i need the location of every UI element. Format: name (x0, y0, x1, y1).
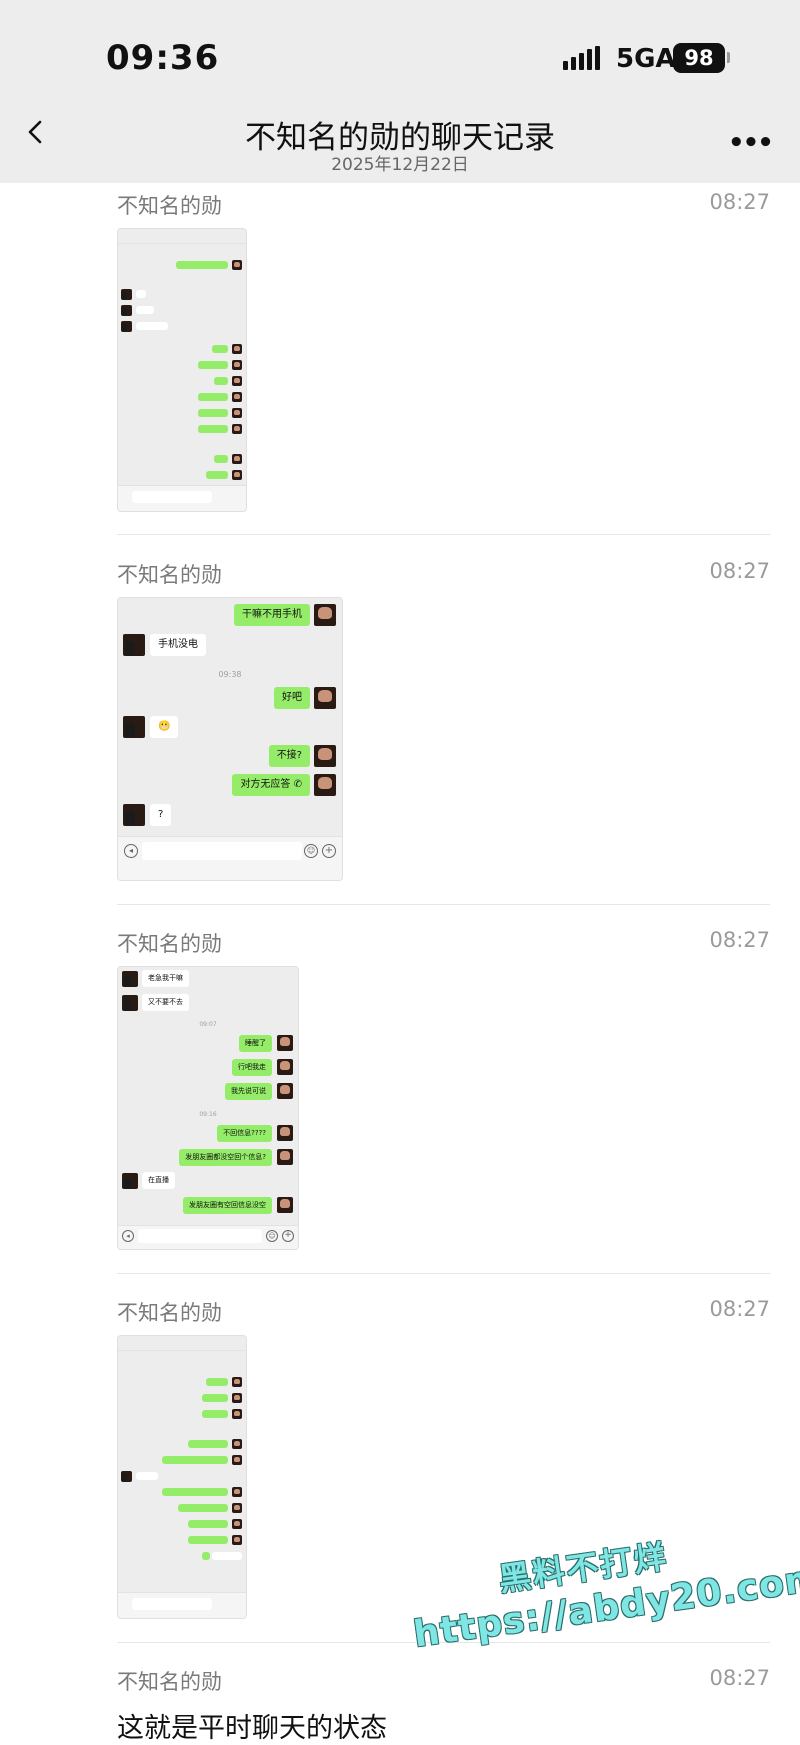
chat-bubble: 睡醒了 (239, 1035, 272, 1052)
chat-screenshot-image[interactable]: 干嘛不用手机 手机没电 09:38 好吧 😬 不接? 对方无应答 ✆ ? ◂ ☺… (117, 597, 343, 881)
page-date: 2025年12月22日 (331, 155, 469, 175)
network-type: 5GA (616, 44, 676, 74)
chat-timestamp: 09:07 (199, 1021, 217, 1028)
chat-bubble: 手机没电 (150, 634, 206, 656)
chat-bubble: 😬 (150, 716, 179, 738)
chat-bubble: 对方无应答 ✆ (232, 774, 310, 796)
emoji-icon: ☺ (304, 844, 318, 858)
chat-timestamp: 09:38 (218, 670, 242, 679)
chat-bubble: 不接? (268, 745, 310, 767)
message-time: 08:27 (709, 928, 770, 952)
signal-icon (563, 46, 600, 70)
emoji-icon: ☺ (266, 1230, 278, 1242)
chat-bubble: 好吧 (274, 687, 310, 709)
sender-name: 不知名的勋 (117, 563, 222, 587)
message-time: 08:27 (709, 1297, 770, 1321)
chat-bubble: 在直播 (142, 1172, 175, 1189)
divider (117, 534, 770, 535)
plus-icon: + (282, 1230, 294, 1242)
top-bar: 09:36 5GA 98 不知名的勋的聊天记录 2025年12月22日 ••• (0, 0, 800, 183)
chat-bubble: 老急我干嘛 (142, 970, 189, 987)
status-time: 09:36 (106, 38, 220, 78)
voice-icon: ◂ (124, 844, 138, 858)
message-item: 不知名的勋 08:27 (117, 190, 770, 512)
chat-bubble: 发朋友圈都没空回个信息? (179, 1149, 272, 1166)
message-item: 不知名的勋 08:27 (117, 1297, 770, 1619)
chat-bubble: 发朋友圈有空回信息没空 (183, 1197, 272, 1214)
message-item: 不知名的勋 08:27 老急我干嘛 又不要不去 09:07 睡醒了 行吧我走 我… (117, 928, 770, 1250)
chat-bubble: 又不要不去 (142, 994, 189, 1011)
sender-name: 不知名的勋 (117, 194, 222, 218)
more-options-icon[interactable]: ••• (728, 128, 774, 158)
divider (117, 904, 770, 905)
sender-name: 不知名的勋 (117, 1670, 222, 1694)
message-item: 不知名的勋 08:27 干嘛不用手机 手机没电 09:38 好吧 😬 不接? 对… (117, 559, 770, 881)
battery-icon: 98 (673, 43, 725, 73)
chat-timestamp: 09:16 (199, 1111, 217, 1118)
message-time: 08:27 (709, 190, 770, 214)
message-item: 不知名的勋 08:27 这就是平时聊天的状态 (117, 1666, 770, 1744)
chat-bubble: 行吧我走 (232, 1059, 272, 1076)
chat-bubble: 干嘛不用手机 (234, 604, 310, 626)
plus-icon: + (322, 844, 336, 858)
message-text: 这就是平时聊天的状态 (117, 1713, 387, 1744)
chat-screenshot-image[interactable]: 老急我干嘛 又不要不去 09:07 睡醒了 行吧我走 我先说可说 09:16 不… (117, 966, 299, 1250)
message-time: 08:27 (709, 559, 770, 583)
message-time: 08:27 (709, 1666, 770, 1690)
chat-screenshot-image[interactable] (117, 1335, 247, 1619)
battery-tip (727, 52, 730, 63)
divider (117, 1273, 770, 1274)
sender-name: 不知名的勋 (117, 932, 222, 956)
chat-bubble: 不回信息???? (217, 1125, 272, 1142)
chat-bubble: ? (150, 804, 172, 826)
sender-name: 不知名的勋 (117, 1301, 222, 1325)
chat-bubble: 我先说可说 (225, 1083, 272, 1100)
voice-icon: ◂ (122, 1230, 134, 1242)
chat-screenshot-image[interactable] (117, 228, 247, 512)
